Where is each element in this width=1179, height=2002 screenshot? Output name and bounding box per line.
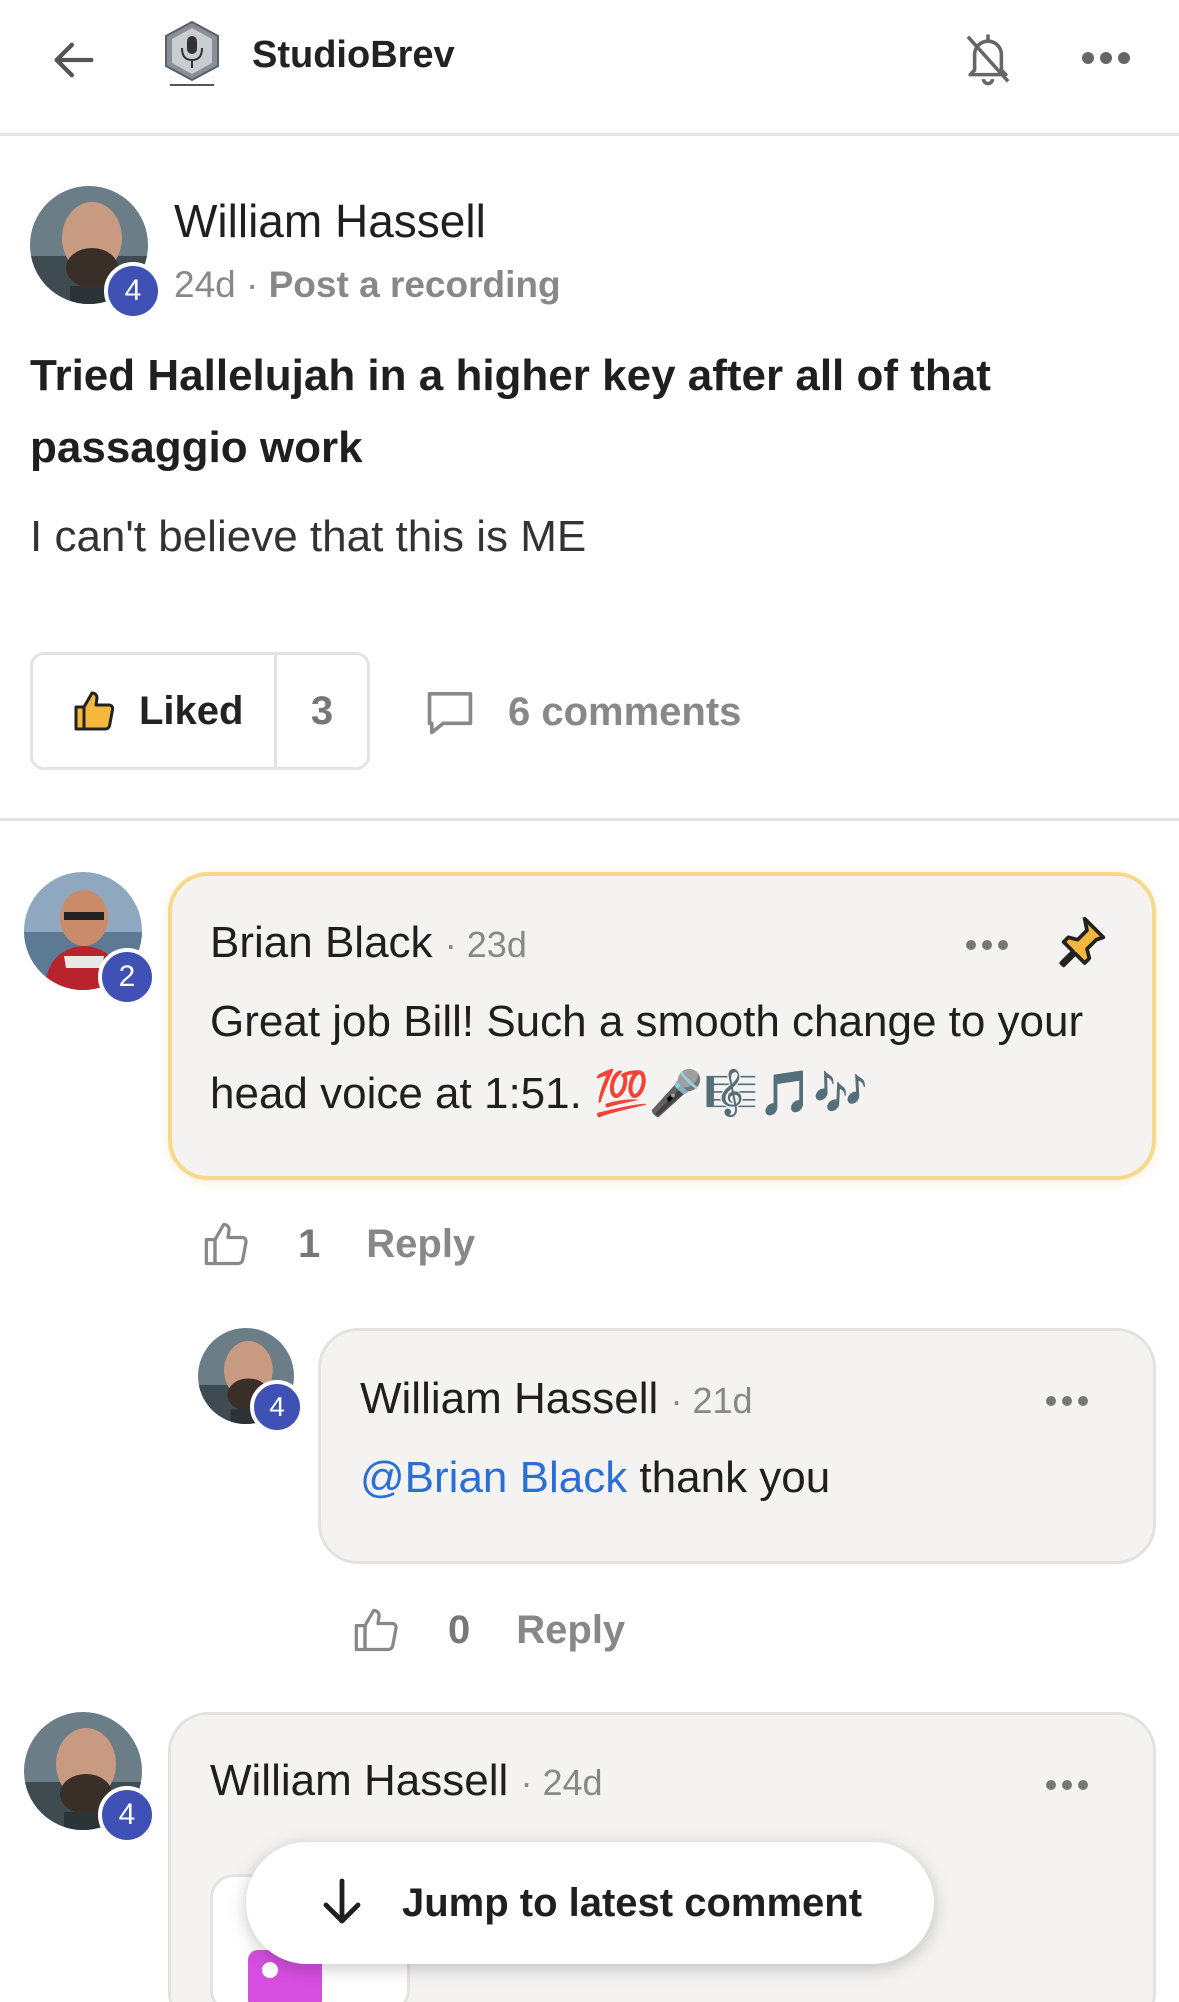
comment-actions: 0 Reply [352, 1600, 625, 1660]
like-button-group: Liked 3 [30, 652, 370, 770]
level-badge: 2 [98, 948, 156, 1006]
more-horizontal-icon [966, 940, 1008, 950]
post-meta: 24d · Post a recording [174, 264, 561, 306]
comments-label: 6 comments [508, 689, 742, 734]
comment-bubble-icon [427, 692, 473, 735]
comment-age: · 24d [520, 1762, 603, 1803]
comments-button[interactable]: 6 comments [422, 682, 741, 742]
more-options-button[interactable] [1078, 38, 1134, 78]
post-body: I can't believe that this is ME [30, 512, 587, 561]
pin-icon [1059, 916, 1106, 968]
user-mention-link[interactable]: @Brian Black [360, 1453, 627, 1502]
bell-off-icon [966, 34, 1010, 86]
level-badge: 4 [250, 1380, 304, 1434]
post-author-name[interactable]: William Hassell [174, 194, 486, 248]
jump-to-latest-button[interactable]: Jump to latest comment [246, 1842, 934, 1964]
comment-text-body: thank you [627, 1453, 831, 1502]
comment-like-count: 1 [298, 1221, 321, 1266]
post-title: Tried Hallelujah in a higher key after a… [30, 351, 991, 472]
comment-like-count: 0 [448, 1607, 471, 1652]
top-bar: StudioBrev [0, 0, 1179, 136]
arrow-left-icon [54, 42, 94, 78]
comment-more-button[interactable] [1042, 1386, 1092, 1416]
more-horizontal-icon [1046, 1396, 1088, 1406]
like-label: Liked [139, 688, 244, 733]
thumbs-up-icon[interactable] [352, 1604, 404, 1656]
comment-author-name[interactable]: William Hassell [360, 1374, 658, 1423]
comment-text: Great job Bill! Such a smooth change to … [210, 997, 1084, 1118]
comment-author: William Hassell · 24d [210, 1756, 603, 1806]
reply-button[interactable]: Reply [516, 1608, 625, 1653]
comment-author-name[interactable]: William Hassell [210, 1756, 508, 1805]
comment-more-button[interactable] [1042, 1770, 1092, 1800]
like-count[interactable]: 3 [277, 655, 367, 767]
level-badge: 4 [98, 1786, 156, 1844]
comment-age: · 23d [444, 924, 527, 965]
jump-label: Jump to latest comment [401, 1880, 863, 1925]
microphone-logo-icon [160, 20, 224, 96]
comment-actions: 1 Reply [202, 1214, 475, 1274]
notifications-button[interactable] [958, 26, 1018, 92]
comment-text: @Brian Black thank you [360, 1442, 1120, 1514]
thumbs-up-icon[interactable] [202, 1218, 254, 1270]
comment-age: · 21d [670, 1380, 753, 1421]
meta-separator: · [246, 264, 259, 305]
comment-author-name[interactable]: Brian Black [210, 918, 433, 967]
level-badge: 4 [104, 262, 162, 320]
back-button[interactable] [44, 30, 104, 90]
post-category[interactable]: Post a recording [269, 264, 561, 305]
reply-button[interactable]: Reply [366, 1222, 475, 1267]
comment-author: William Hassell · 21d [360, 1374, 753, 1424]
audio-file-icon-dot [262, 1962, 278, 1978]
comment-more-button[interactable] [962, 930, 1012, 960]
app-title: StudioBrev [252, 34, 455, 76]
thumbs-up-filled-icon [74, 691, 115, 731]
comment-author: Brian Black · 23d [210, 918, 527, 968]
arrow-down-icon [323, 1878, 361, 1924]
more-horizontal-icon [1082, 52, 1130, 64]
more-horizontal-icon [1046, 1780, 1088, 1790]
like-button[interactable]: Liked [33, 655, 277, 767]
post-age: 24d [174, 264, 236, 305]
section-divider [0, 818, 1179, 821]
